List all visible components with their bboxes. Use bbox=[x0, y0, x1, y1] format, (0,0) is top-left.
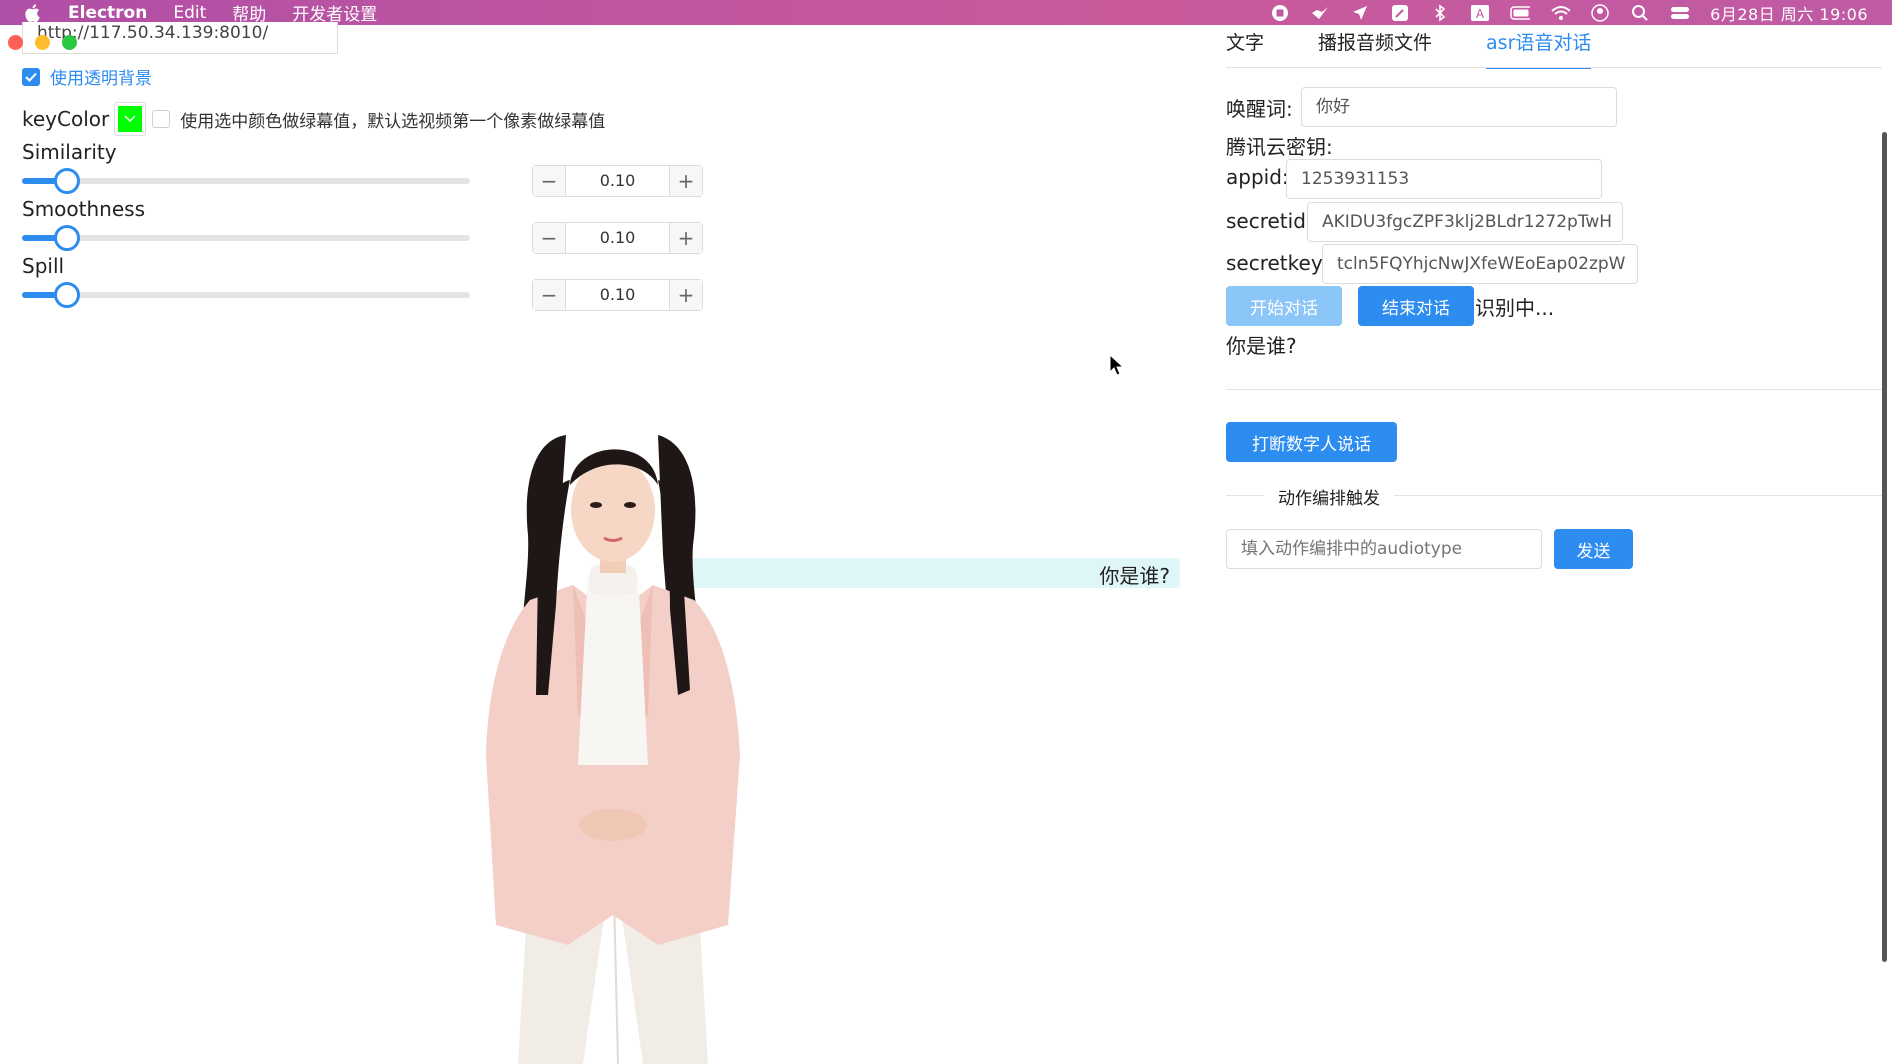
spill-slider-handle[interactable] bbox=[54, 282, 80, 308]
appid-label: appid: bbox=[1226, 165, 1289, 189]
control-center-icon[interactable] bbox=[1670, 4, 1690, 22]
similarity-stepper[interactable]: − 0.10 + bbox=[532, 165, 703, 197]
tabs-underline bbox=[1226, 67, 1882, 68]
bluetooth-icon[interactable] bbox=[1430, 3, 1450, 22]
spill-stepper[interactable]: − 0.10 + bbox=[532, 279, 703, 311]
appid-input[interactable]: 1253931153 bbox=[1286, 159, 1602, 199]
recognition-status: 识别中... bbox=[1475, 296, 1555, 320]
similarity-slider-block: Similarity bbox=[22, 140, 117, 164]
similarity-slider[interactable] bbox=[22, 168, 470, 194]
location-arrow-icon[interactable] bbox=[1350, 4, 1370, 22]
tencent-key-label: 腾讯云密钥: bbox=[1226, 135, 1333, 159]
end-dialog-button[interactable]: 结束对话 bbox=[1358, 286, 1474, 326]
menu-app-name[interactable]: Electron bbox=[68, 3, 147, 23]
action-section-title: 动作编排触发 bbox=[1264, 484, 1394, 509]
tab-audio-file[interactable]: 播报音频文件 bbox=[1318, 28, 1432, 69]
secretid-input[interactable]: AKIDU3fgcZPF3klj2BLdr1272pTwH bbox=[1307, 202, 1623, 242]
svg-text:A: A bbox=[1476, 7, 1485, 21]
transparent-bg-label: 使用透明背景 bbox=[50, 69, 152, 89]
wake-word-input[interactable]: 你好 bbox=[1301, 87, 1617, 127]
right-panel-scrollbar[interactable] bbox=[1882, 132, 1887, 962]
tab-asr-dialog[interactable]: asr语音对话 bbox=[1486, 28, 1592, 69]
similarity-control: − 0.10 + bbox=[22, 165, 722, 197]
apple-icon[interactable] bbox=[22, 3, 42, 23]
audiotype-input[interactable] bbox=[1226, 529, 1542, 569]
spill-increment-button[interactable]: + bbox=[670, 280, 702, 310]
mouse-cursor-icon bbox=[1109, 354, 1125, 376]
smoothness-increment-button[interactable]: + bbox=[670, 223, 702, 253]
smoothness-value[interactable]: 0.10 bbox=[565, 223, 670, 253]
key-color-label: keyColor bbox=[22, 107, 110, 131]
similarity-label: Similarity bbox=[22, 140, 117, 164]
pen-tablet-icon[interactable] bbox=[1390, 4, 1410, 22]
smoothness-label: Smoothness bbox=[22, 197, 145, 221]
menubar-clock[interactable]: 6月28日 周六 19:06 bbox=[1710, 1, 1868, 25]
interrupt-button[interactable]: 打断数字人说话 bbox=[1226, 422, 1397, 462]
wifi-icon[interactable] bbox=[1550, 4, 1571, 22]
minimize-window-button[interactable] bbox=[35, 35, 50, 50]
checkbox-checked-icon[interactable] bbox=[22, 67, 40, 86]
key-color-picker[interactable] bbox=[114, 102, 147, 136]
key-color-checkbox[interactable] bbox=[152, 110, 171, 128]
close-window-button[interactable] bbox=[8, 35, 23, 50]
similarity-decrement-button[interactable]: − bbox=[533, 166, 565, 196]
spill-label: Spill bbox=[22, 254, 65, 278]
send-button[interactable]: 发送 bbox=[1554, 529, 1633, 569]
similarity-slider-handle[interactable] bbox=[54, 168, 80, 194]
key-color-description: 使用选中颜色做绿幕值，默认选视频第一个像素做绿幕值 bbox=[180, 111, 606, 132]
spill-slider[interactable] bbox=[22, 282, 470, 308]
smoothness-slider[interactable] bbox=[22, 225, 470, 251]
chevron-down-icon bbox=[124, 115, 136, 123]
input-method-icon[interactable]: A bbox=[1470, 4, 1490, 22]
tab-text[interactable]: 文字 bbox=[1226, 28, 1264, 69]
transparent-bg-checkbox[interactable]: 使用透明背景 bbox=[22, 64, 152, 89]
wake-word-label: 唤醒词: bbox=[1226, 97, 1293, 121]
bird-icon[interactable] bbox=[1310, 4, 1330, 22]
secretkey-input[interactable]: tcln5FQYhjcNwJXfeWEoEap02zpW bbox=[1322, 244, 1638, 284]
window-controls bbox=[8, 35, 77, 50]
key-color-swatch bbox=[118, 106, 143, 132]
smoothness-decrement-button[interactable]: − bbox=[533, 223, 565, 253]
secretkey-label: secretkey: bbox=[1226, 251, 1328, 275]
tab-bar: 文字 播报音频文件 asr语音对话 bbox=[1226, 28, 1592, 69]
secretid-label: secretid: bbox=[1226, 209, 1313, 233]
similarity-increment-button[interactable]: + bbox=[670, 166, 702, 196]
smoothness-stepper[interactable]: − 0.10 + bbox=[532, 222, 703, 254]
speech-text: 你是谁? bbox=[1099, 564, 1170, 588]
spill-value[interactable]: 0.10 bbox=[565, 280, 670, 310]
record-icon[interactable] bbox=[1270, 4, 1290, 22]
start-dialog-button[interactable]: 开始对话 bbox=[1226, 286, 1342, 326]
section-divider bbox=[1226, 389, 1882, 390]
key-color-row: keyColor 使用选中颜色做绿幕值，默认选视频第一个像素做绿幕值 bbox=[22, 102, 605, 136]
battery-icon[interactable] bbox=[1510, 4, 1531, 22]
user-account-icon[interactable] bbox=[1590, 3, 1610, 22]
spill-decrement-button[interactable]: − bbox=[533, 280, 565, 310]
search-icon[interactable] bbox=[1630, 4, 1650, 22]
smoothness-slider-block: Smoothness bbox=[22, 197, 145, 221]
similarity-value[interactable]: 0.10 bbox=[565, 166, 670, 196]
recognized-text: 你是谁? bbox=[1226, 334, 1297, 358]
digital-human-avatar bbox=[486, 435, 740, 1064]
spill-control: − 0.10 + bbox=[22, 279, 722, 311]
spill-slider-block: Spill bbox=[22, 254, 64, 278]
zoom-window-button[interactable] bbox=[62, 35, 77, 50]
smoothness-slider-handle[interactable] bbox=[54, 225, 80, 251]
smoothness-control: − 0.10 + bbox=[22, 222, 722, 254]
menu-edit[interactable]: Edit bbox=[173, 3, 206, 23]
